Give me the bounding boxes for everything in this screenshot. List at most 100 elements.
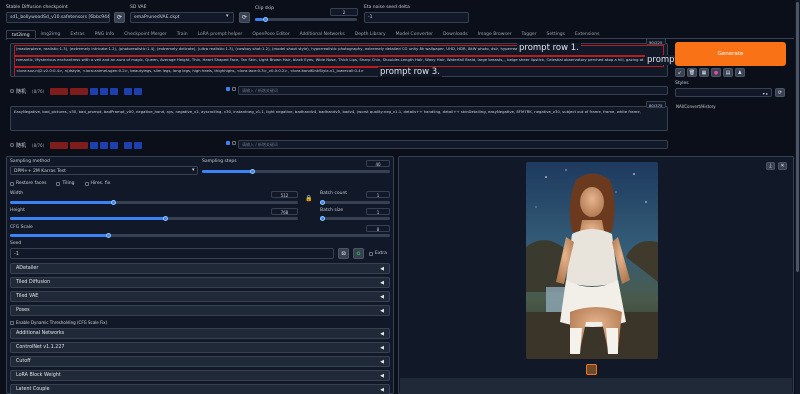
history-icon[interactable] — [134, 141, 143, 149]
dynamic-threshold-row[interactable]: Enable Dynamic Thresholding (CFG Scale F… — [10, 320, 107, 325]
undo-button[interactable] — [70, 141, 89, 149]
accordion-tiled-vae[interactable]: Tiled VAE ◀ — [10, 291, 390, 302]
cfg-slider[interactable] — [10, 233, 390, 238]
sampling-steps-slider[interactable] — [202, 169, 390, 174]
copy-icon[interactable] — [90, 141, 99, 149]
extra-checkbox[interactable] — [369, 251, 373, 256]
vae-select[interactable]: emaPrunedVAE.ckpt — [130, 12, 234, 23]
option-hires-fix[interactable]: Hires. fix — [84, 181, 110, 186]
trash-icon[interactable]: 🗑 — [687, 68, 697, 77]
option-checkbox[interactable] — [10, 181, 14, 186]
batch-size-value[interactable]: 1 — [366, 208, 390, 215]
height-value[interactable]: 768 — [271, 208, 298, 215]
accordion-controlnet-v1-1-227[interactable]: ControlNet v1.1.227 ◀ — [10, 342, 390, 353]
wildcard-mode-checkbox[interactable] — [232, 87, 236, 91]
wildcard-input-2[interactable]: 请输入 / 新增关键词 — [238, 140, 668, 149]
dynamic-threshold-checkbox[interactable] — [10, 320, 14, 325]
accordion-group-1: ADetailer ◀ Tiled Diffusion ◀ Tiled VAE ◀ Pose… — [10, 263, 390, 316]
checkpoint-select[interactable]: sd1_bollywoodSd_v10.safetensors [6bbc944… — [6, 12, 110, 23]
thumbnail[interactable] — [586, 364, 597, 375]
wildcard-radio[interactable] — [10, 89, 14, 93]
clear-button[interactable] — [50, 87, 69, 95]
batch-count-value[interactable]: 1 — [366, 191, 390, 198]
accordion-adetailer[interactable]: ADetailer ◀ — [10, 263, 390, 274]
eta-input[interactable]: -1 — [364, 12, 469, 23]
download-icon[interactable]: ⤓ — [766, 162, 775, 170]
arrow-icon[interactable]: ↙ — [675, 68, 685, 77]
refresh-styles-button[interactable]: ⟳ — [775, 88, 785, 97]
batch-count-slider[interactable] — [320, 200, 390, 205]
height-label: Height — [10, 208, 25, 213]
prompt-row-2: romantic, Mysterious enchantress with a … — [14, 56, 664, 67]
option-checkbox[interactable] — [84, 181, 89, 186]
translate-icon[interactable] — [110, 141, 119, 149]
recycle-icon[interactable]: ♻ — [353, 248, 364, 259]
scrollbar[interactable] — [795, 0, 800, 394]
negative-prompt-textarea[interactable]: EasyNegative, bad_pictures, v30, bad_pro… — [10, 106, 668, 131]
chevron-down-icon: ▾ — [226, 13, 229, 19]
accordion-tiled-diffusion[interactable]: Tiled Diffusion ◀ — [10, 277, 390, 288]
generate-button[interactable]: Generate — [675, 42, 786, 66]
history-icon[interactable] — [134, 87, 143, 95]
wildcard-enable-checkbox[interactable] — [226, 141, 230, 145]
refresh-checkpoint-button[interactable]: ⟳ — [114, 12, 125, 23]
accordion-label: ControlNet v1.1.227 — [16, 345, 65, 350]
dice-icon[interactable]: ⚄ — [338, 248, 349, 259]
clip-skip-value[interactable]: 2 — [330, 8, 358, 16]
styles-select[interactable]: ▾ ▸ — [675, 88, 772, 97]
scrollbar-thumb[interactable] — [796, 2, 799, 272]
accordion-latent-couple[interactable]: Latent Couple ◀ — [10, 384, 390, 394]
clip-skip-slider[interactable] — [255, 17, 357, 22]
width-slider[interactable] — [10, 200, 298, 205]
seed-input[interactable]: -1 — [10, 248, 334, 259]
accordion-cutoff[interactable]: Cutoff ◀ — [10, 356, 390, 367]
user-icon[interactable]: ♟ — [735, 68, 745, 77]
wildcard-radio[interactable] — [10, 143, 14, 147]
generated-image[interactable] — [526, 162, 658, 359]
wildcard-label: 随机 — [16, 88, 27, 95]
refresh-icon: ⟳ — [241, 14, 248, 21]
caret-left-icon: ◀ — [380, 265, 384, 272]
seed-label: Seed — [10, 241, 22, 246]
swap-dimensions-icon[interactable]: 🔒 — [305, 195, 312, 202]
refresh-icon: ⟳ — [116, 14, 123, 21]
wildcard-count: (8/76) — [32, 142, 45, 148]
translate-icon[interactable] — [110, 87, 119, 95]
height-slider[interactable] — [10, 216, 298, 221]
seed-extra[interactable]: Extra — [369, 251, 387, 256]
dynamic-threshold-label: Enable Dynamic Thresholding (CFG Scale F… — [16, 320, 108, 325]
width-value[interactable]: 512 — [271, 191, 298, 198]
width-label: Width — [10, 191, 24, 196]
cfg-value[interactable]: 8 — [366, 225, 390, 232]
accordion-additional-networks[interactable]: Additional Networks ◀ — [10, 328, 390, 339]
accordion-label: Poses — [16, 308, 30, 313]
accordion-poses[interactable]: Poses ◀ — [10, 305, 390, 316]
wildcard-enable-checkbox[interactable] — [226, 87, 230, 91]
sampling-method-select[interactable]: DPM++ 2M Karras Test — [10, 166, 198, 175]
option-restore-faces[interactable]: Restore faces — [10, 181, 46, 186]
sampling-steps-value[interactable]: 40 — [366, 160, 390, 167]
clipboard-icon[interactable]: ▤ — [723, 68, 733, 77]
style-icon[interactable]: ● — [711, 68, 721, 77]
card-icon[interactable]: ▦ — [699, 68, 709, 77]
option-tiling[interactable]: Tiling — [56, 181, 75, 186]
accordion-lora-block-weight[interactable]: LoRA Block Weight ◀ — [10, 370, 390, 381]
wildcard-input-1[interactable]: 请输入 / 新增关键词 — [238, 86, 668, 95]
accordion-label: Additional Networks — [16, 331, 65, 336]
close-icon[interactable]: ✕ — [778, 162, 787, 170]
extra-label: Extra — [375, 251, 387, 256]
paste-icon[interactable] — [100, 141, 109, 149]
refresh-vae-button[interactable]: ⟳ — [239, 12, 250, 23]
favorite-icon[interactable] — [124, 141, 133, 149]
undo-button[interactable] — [70, 87, 89, 95]
option-checkbox[interactable] — [56, 181, 61, 186]
clear-button[interactable] — [50, 141, 69, 149]
favorite-icon[interactable] — [124, 87, 133, 95]
styles-label: Styles — [675, 81, 689, 86]
caret-left-icon: ◀ — [380, 330, 384, 337]
batch-size-slider[interactable] — [320, 216, 390, 221]
paste-icon[interactable] — [100, 87, 109, 95]
copy-icon[interactable] — [90, 87, 99, 95]
wildcard-mode-checkbox[interactable] — [232, 141, 236, 145]
sampling-method-label: Sampling method — [10, 159, 50, 164]
